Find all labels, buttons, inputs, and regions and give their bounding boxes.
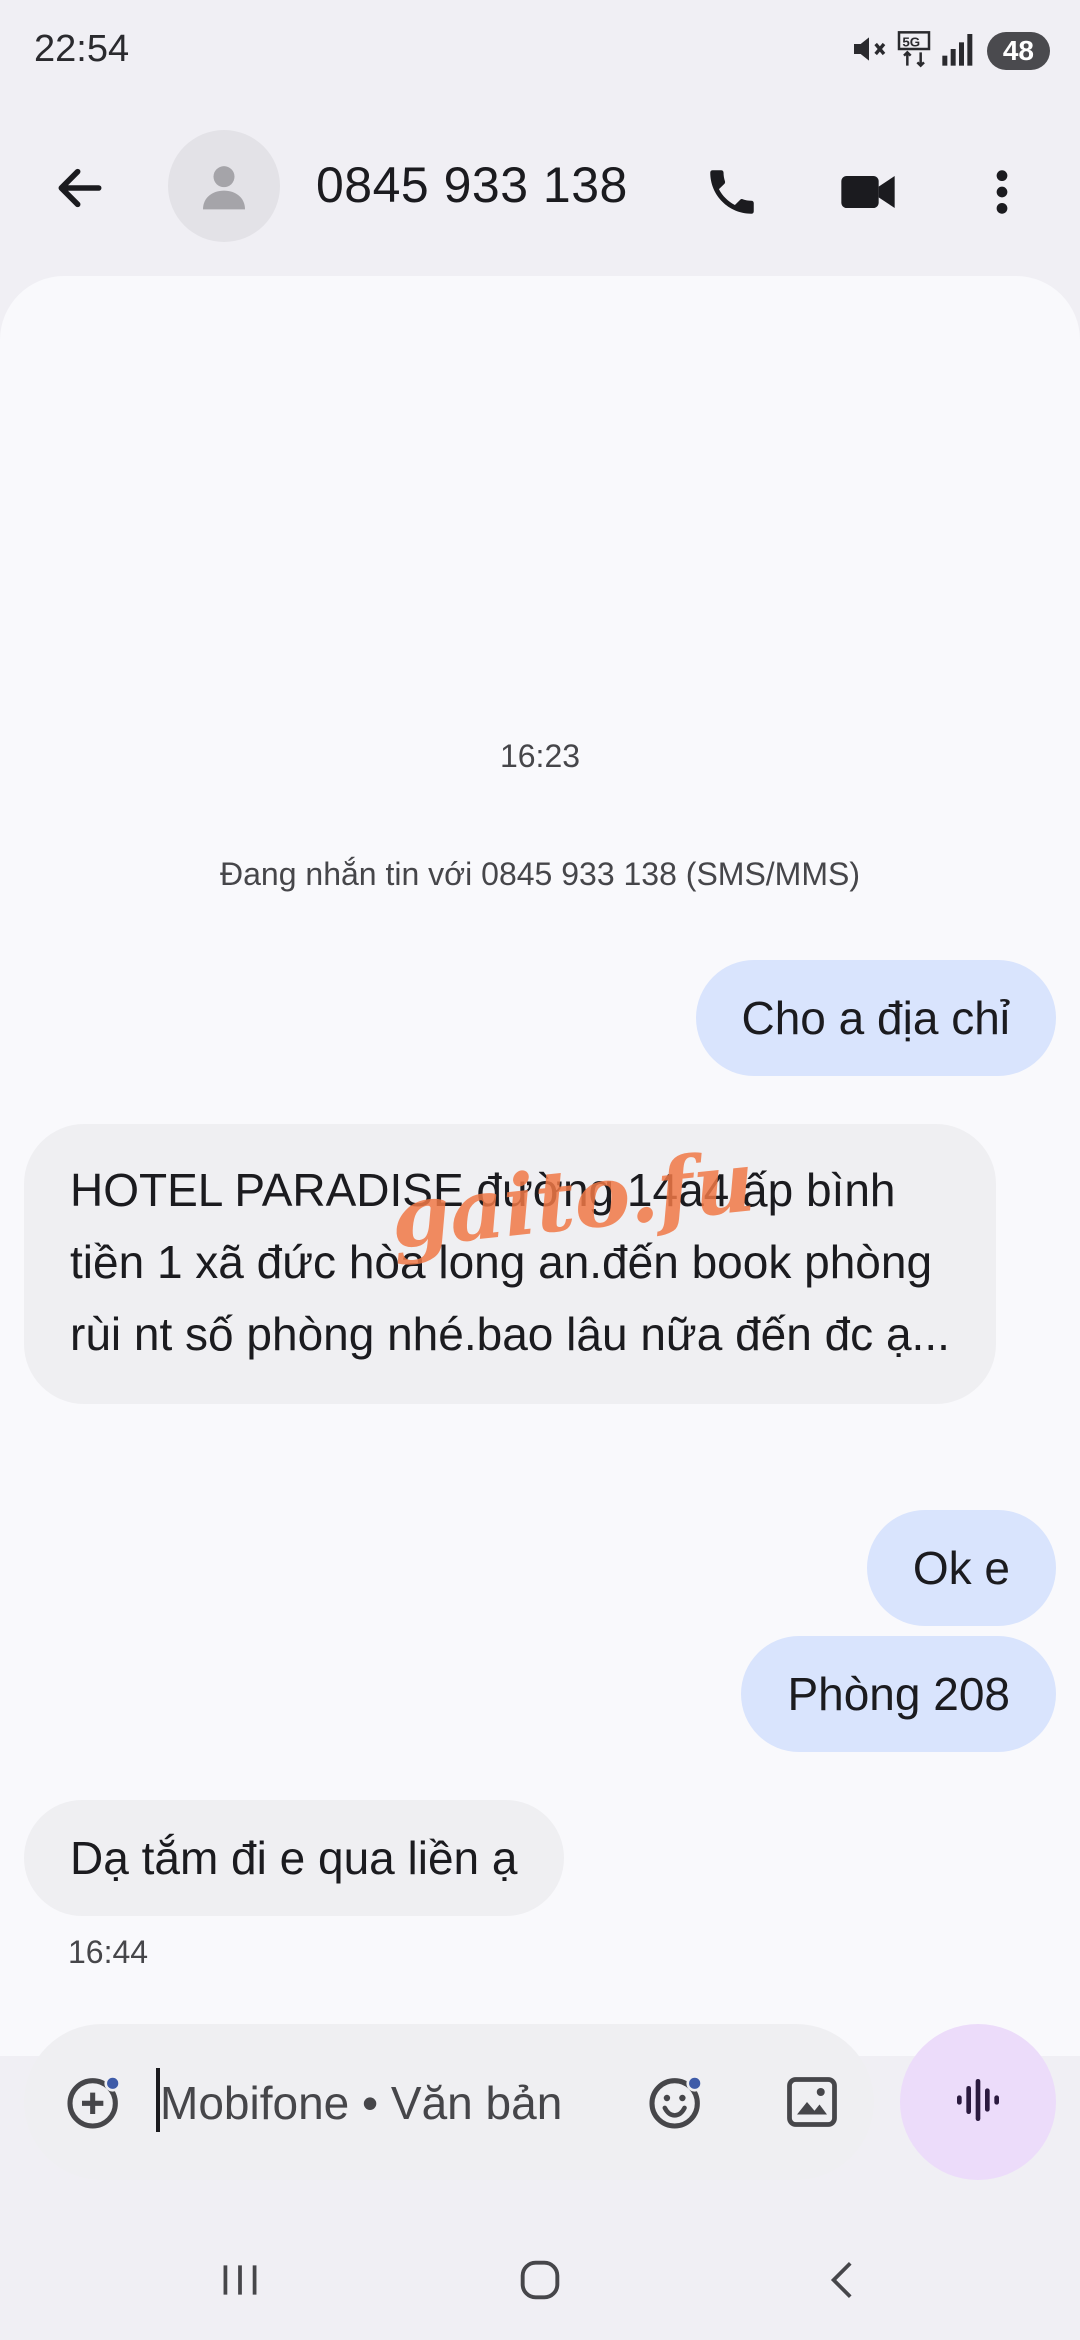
conversation-info: Đang nhắn tin với 0845 933 138 (SMS/MMS)	[220, 856, 860, 892]
message-text: Phòng 208	[787, 1668, 1010, 1720]
home-icon[interactable]	[500, 2240, 580, 2320]
mute-icon	[849, 29, 889, 74]
add-icon[interactable]	[54, 2062, 134, 2142]
message-bubble-incoming[interactable]: HOTEL PARADISE đường 14a4 ấp bình tiền 1…	[24, 1124, 996, 1404]
svg-text:5G: 5G	[902, 34, 920, 49]
navigation-bar	[0, 2220, 1080, 2340]
more-icon[interactable]	[962, 152, 1042, 232]
battery-indicator: 48	[986, 32, 1050, 70]
message-input[interactable]	[158, 2064, 622, 2142]
emoji-icon[interactable]	[636, 2062, 716, 2142]
signal-icon	[939, 29, 979, 74]
voice-record-button[interactable]	[900, 2024, 1056, 2180]
status-icons: 5G 48	[849, 26, 1050, 76]
contact-name[interactable]: 0845 933 138	[316, 156, 628, 214]
network-5g-icon: 5G	[897, 29, 931, 74]
message-timestamp: 16:23	[499, 738, 581, 774]
conversation-header: 0845 933 138	[0, 120, 1080, 250]
message-bubble-incoming[interactable]: Dạ tắm đi e qua liền ạ	[24, 1800, 564, 1916]
message-text: Dạ tắm đi e qua liền ạ	[70, 1832, 518, 1884]
message-text: Cho a địa chỉ	[741, 992, 1011, 1044]
message-bubble-outgoing[interactable]: Ok e	[866, 1510, 1056, 1626]
message-timestamp: 16:44	[68, 1934, 149, 1970]
message-text: HOTEL PARADISE đường 14a4 ấp bình tiền 1…	[70, 1164, 950, 1360]
voice-icon	[950, 2072, 1006, 2133]
phone-icon[interactable]	[692, 152, 772, 232]
message-bubble-outgoing[interactable]: Cho a địa chỉ	[695, 960, 1056, 1076]
compose-bar	[24, 2024, 874, 2180]
gallery-icon[interactable]	[772, 2062, 852, 2142]
back-icon[interactable]	[40, 148, 120, 228]
nav-back-icon[interactable]	[804, 2240, 884, 2320]
status-time: 22:54	[34, 28, 130, 70]
avatar[interactable]	[168, 130, 280, 242]
message-text: Ok e	[912, 1542, 1010, 1594]
recents-icon[interactable]	[200, 2240, 280, 2320]
message-bubble-outgoing[interactable]: Phòng 208	[741, 1636, 1056, 1752]
status-bar: 22:54 5G 48	[0, 0, 1080, 100]
video-icon[interactable]	[826, 152, 910, 232]
